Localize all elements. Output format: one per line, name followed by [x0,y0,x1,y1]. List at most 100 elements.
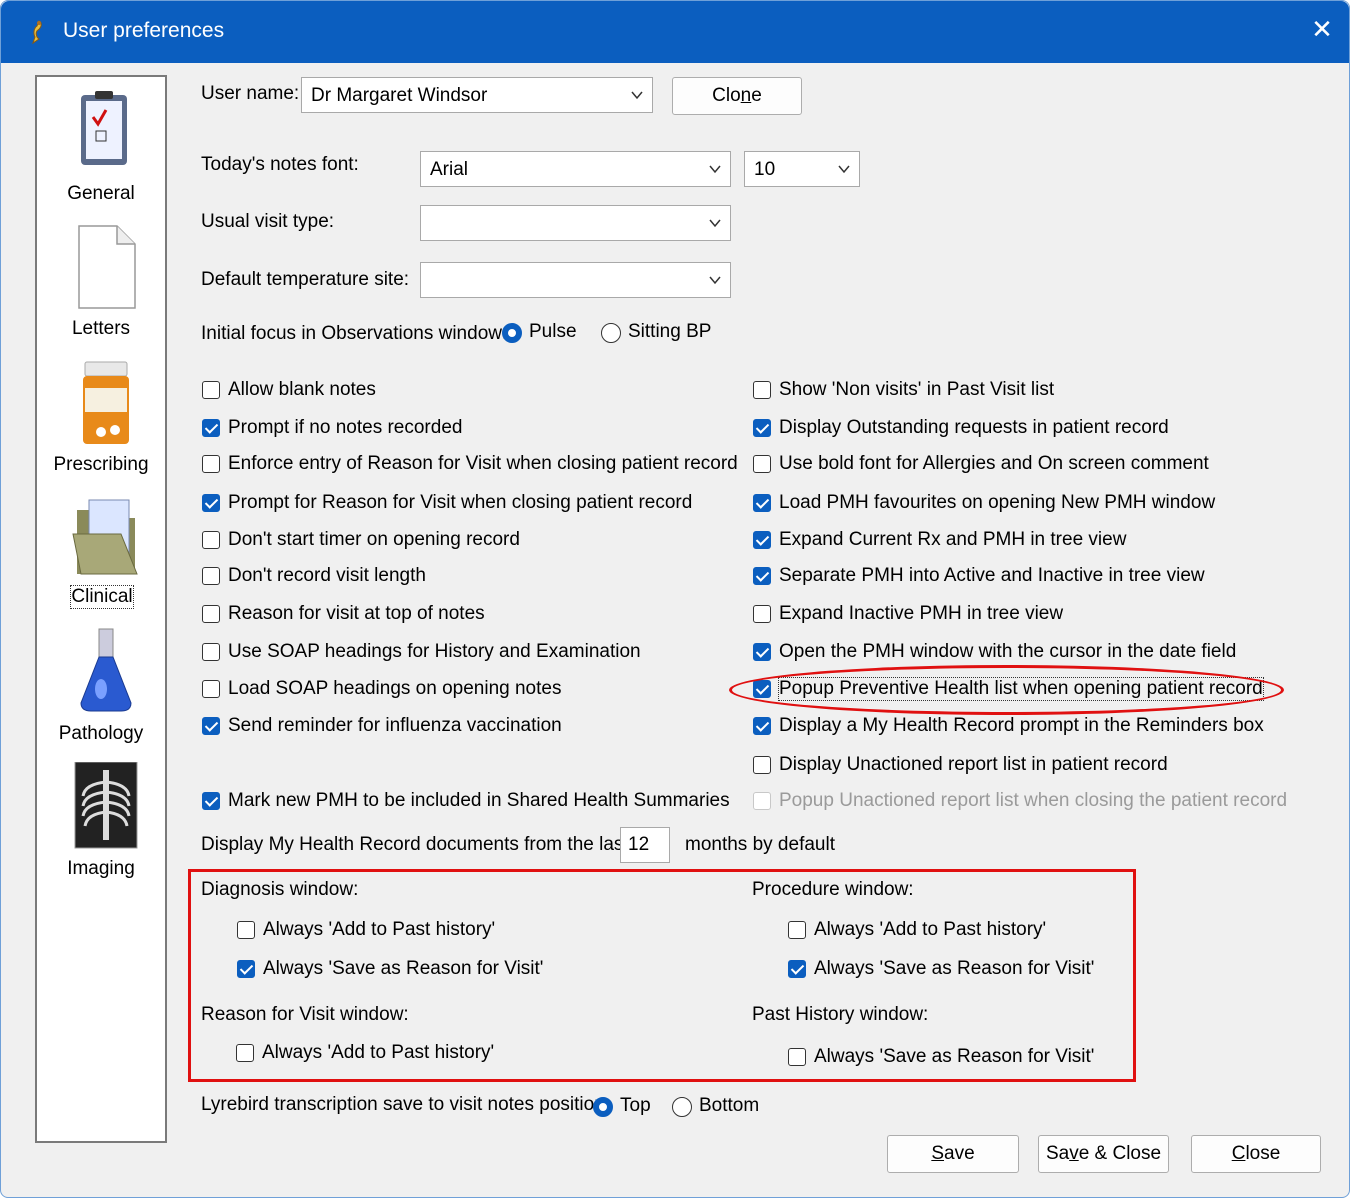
checkbox-box [788,960,806,978]
user-name-value: Dr Margaret Windsor [311,85,488,106]
checkbox-label: Always 'Add to Past history' [814,919,1047,940]
checkbox-label: Always 'Add to Past history' [262,1042,495,1063]
checkbox-label: Don't start timer on opening record [228,529,520,550]
radio-dot [593,1097,613,1117]
mhr-months-value: 12 [628,834,650,855]
chevron-down-icon [631,91,643,100]
notes-font-label: Today's notes font: [201,154,359,175]
past-history-window-label: Past History window: [752,1004,929,1025]
visit-type-dropdown[interactable] [420,205,731,241]
checkbox-label: Mark new PMH to be included in Shared He… [228,790,730,811]
checkbox-box [202,605,220,623]
checkbox-label: Always 'Add to Past history' [263,919,496,940]
notes-font-dropdown[interactable]: Arial [420,151,731,187]
font-size-dropdown[interactable]: 10 [744,151,860,187]
window-title: User preferences [63,19,225,42]
reason-window-label: Reason for Visit window: [201,1004,409,1025]
checkbox-box [202,643,220,661]
lyrebird-icon [32,20,42,45]
diagnosis-window-label: Diagnosis window: [201,879,359,900]
checkbox-label: Always 'Save as Reason for Visit' [814,1046,1095,1067]
category-sidebar: General Letters Prescribing Clinical Pat… [35,75,167,1143]
checkbox-label: Expand Current Rx and PMH in tree view [779,529,1127,550]
checkbox-box [753,455,771,473]
mhr-months-input[interactable]: 12 [620,827,670,863]
checkbox-box [753,643,771,661]
radio-label: Sitting BP [628,321,712,342]
checkbox-box [202,717,220,735]
checkbox-label: Always 'Save as Reason for Visit' [263,958,544,979]
user-preferences-dialog: User preferences ✕ General Letters Presc… [0,0,1350,1198]
user-name-label: User name: [201,83,300,104]
pill-bottle-icon [83,361,129,444]
font-size-value: 10 [754,159,776,180]
mhr-months-suffix: months by default [685,834,835,855]
checkbox-box [237,960,255,978]
sidebar-item-label: Imaging [67,858,135,879]
temperature-site-label: Default temperature site: [201,269,410,290]
radio-label: Bottom [699,1095,760,1116]
checkbox-box [202,531,220,549]
checkbox-label: Reason for visit at top of notes [228,603,485,624]
lyrebird-position-label: Lyrebird transcription save to visit not… [201,1094,611,1115]
chevron-down-icon [709,219,721,228]
checkbox-label: Separate PMH into Active and Inactive in… [779,565,1205,586]
checkbox-box [202,567,220,585]
checkbox-box [753,717,771,735]
checkbox-label: Prompt if no notes recorded [228,417,463,438]
close-icon[interactable]: ✕ [1307,14,1337,44]
procedure-window-label: Procedure window: [752,879,914,900]
checkbox-box [202,792,220,810]
visit-type-label: Usual visit type: [201,211,335,232]
checkbox-label: Send reminder for influenza vaccination [228,715,562,736]
checkbox-label: Popup Unactioned report list when closin… [779,790,1288,811]
xray-icon [74,762,138,849]
highlight-oval [729,665,1284,715]
checkbox-label: Allow blank notes [228,379,376,400]
checkbox-label: Expand Inactive PMH in tree view [779,603,1064,624]
chevron-down-icon [709,165,721,174]
checkbox-label: Use bold font for Allergies and On scree… [779,453,1209,474]
chevron-down-icon [709,276,721,285]
radio-label: Top [620,1095,651,1116]
checkbox-label: Open the PMH window with the cursor in t… [779,641,1237,662]
user-name-dropdown[interactable]: Dr Margaret Windsor [301,77,653,113]
checkbox-box [788,921,806,939]
checkbox-box [753,381,771,399]
checkbox-label: Show 'Non visits' in Past Visit list [779,379,1055,400]
document-icon [78,225,136,309]
flask-icon [80,628,132,712]
sidebar-item-label: General [67,183,135,204]
checkbox-box [753,567,771,585]
clone-button[interactable]: Clone [672,77,802,115]
notes-font-value: Arial [430,159,469,180]
checkbox-label: Display a My Health Record prompt in the… [779,715,1264,736]
clipboard-checklist-icon [81,91,127,165]
close-button[interactable]: Close [1191,1135,1321,1173]
mhr-documents-label: Display My Health Record documents from … [201,834,634,855]
checkbox-box [753,756,771,774]
checkbox-box [236,1044,254,1062]
title-bar: User preferences ✕ [1,1,1349,63]
temperature-site-dropdown[interactable] [420,262,731,298]
sidebar-item-label: Clinical [70,585,134,609]
radio-dot [601,323,621,343]
radio-dot [502,323,522,343]
folder-icon [72,499,138,575]
radio-dot [672,1097,692,1117]
checkbox-label: Always 'Save as Reason for Visit' [814,958,1095,979]
checkbox-box [202,680,220,698]
save-close-button[interactable]: Save & Close [1038,1135,1169,1173]
checkbox-box [202,381,220,399]
sidebar-item-label: Pathology [58,723,144,744]
checkbox-label: Display Outstanding requests in patient … [779,417,1169,438]
checkbox-box [202,494,220,512]
checkbox-box [202,455,220,473]
checkbox-box [753,531,771,549]
sidebar-item-label: Prescribing [53,454,149,475]
checkbox-label: Enforce entry of Reason for Visit when c… [228,453,738,474]
chevron-down-icon [838,165,850,174]
checkbox-box [202,419,220,437]
save-button[interactable]: Save [887,1135,1019,1173]
radio-label: Pulse [529,321,577,342]
